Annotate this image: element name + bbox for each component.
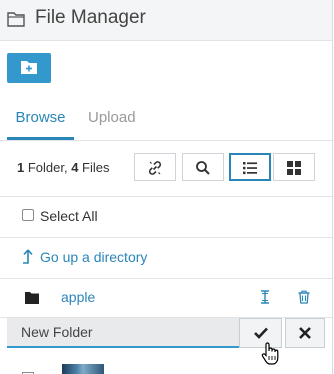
item-count: 1 Folder, 4 Files (17, 160, 110, 175)
new-folder-row (0, 318, 332, 348)
file-manager-panel: File Manager Browse Upload 1 Folder, 4 F… (0, 0, 333, 374)
list-item: apple (0, 279, 332, 318)
check-icon (254, 327, 268, 339)
select-all-checkbox[interactable] (22, 209, 34, 221)
grid-view-button[interactable] (273, 153, 315, 181)
trash-icon[interactable] (298, 290, 310, 309)
file-toolbar: 1 Folder, 4 Files (0, 140, 332, 197)
up-arrow-icon (22, 249, 34, 270)
new-folder-button[interactable] (7, 53, 51, 83)
image-thumbnail[interactable] (62, 364, 104, 374)
list-item (0, 360, 332, 374)
folder-outline-icon (7, 11, 25, 32)
link-button[interactable] (134, 153, 176, 181)
list-view-button[interactable] (229, 153, 271, 181)
folder-name-link[interactable]: apple (61, 289, 95, 305)
select-all-label[interactable]: Select All (40, 208, 98, 224)
go-up-row[interactable]: Go up a directory (0, 238, 332, 279)
page-title: File Manager (35, 7, 146, 28)
new-folder-name-input[interactable] (7, 318, 239, 348)
grid-view-icon (287, 161, 301, 175)
folder-plus-icon (21, 61, 37, 74)
cancel-button[interactable] (285, 318, 325, 348)
folder-icon (25, 291, 39, 309)
rename-icon[interactable] (259, 290, 271, 309)
close-icon (299, 327, 311, 339)
search-icon (196, 161, 210, 175)
tab-browse[interactable]: Browse (7, 100, 74, 140)
file-manager-header: File Manager (0, 0, 332, 41)
go-up-link[interactable]: Go up a directory (40, 249, 147, 265)
list-view-icon (243, 162, 257, 175)
search-button[interactable] (182, 153, 224, 181)
select-all-row: Select All (0, 197, 332, 238)
tab-bar: Browse Upload (0, 100, 332, 141)
link-icon (148, 161, 162, 175)
file-count-label: Files (78, 160, 110, 175)
folder-count-label: Folder, (24, 160, 72, 175)
tab-upload[interactable]: Upload (88, 100, 136, 140)
hand-cursor-icon (261, 342, 279, 371)
